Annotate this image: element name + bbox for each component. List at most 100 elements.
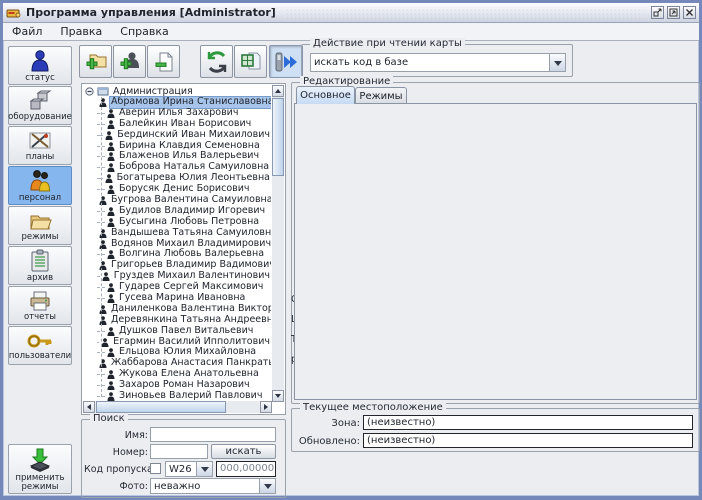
plans-icon [28, 130, 52, 152]
chevron-down-icon[interactable] [196, 462, 212, 476]
card-action-group: Действие при чтении карты искать код в б… [301, 44, 573, 77]
sidebar-item-plans[interactable]: планы [8, 126, 72, 165]
refresh-icon [204, 49, 230, 75]
personnel-icon [28, 169, 52, 193]
sidebar-item-reports[interactable]: отчеты [8, 286, 72, 325]
chevron-down-icon[interactable] [259, 479, 275, 493]
tree-person-name: Вандышева Татьяна Самуиловна [110, 228, 271, 239]
current-location-title: Текущее местоположение [300, 402, 446, 413]
search-pass-type-select[interactable]: W26 [165, 461, 213, 477]
page-minus-icon [152, 50, 176, 74]
menu-file[interactable]: Файл [3, 25, 51, 38]
search-pass-code-label: Код пропуска: [84, 464, 148, 475]
collapse-handle-icon[interactable] [85, 87, 94, 96]
tree-person-row[interactable]: Вандышева Татьяна Самуиловна [83, 228, 271, 239]
card-action-select[interactable]: искать код в базе [310, 53, 566, 72]
maximize-button[interactable] [667, 6, 680, 19]
person-icon [107, 370, 115, 379]
tree-root-label: Администрация [112, 86, 194, 97]
sidebar-item-label: отчеты [24, 313, 56, 322]
sidebar-item-archive[interactable]: архив [8, 246, 72, 285]
maximize-icon [669, 8, 678, 17]
tree-branch [97, 342, 99, 343]
scroll-right-button[interactable] [260, 401, 272, 413]
person-icon [107, 392, 115, 401]
refresh-button[interactable] [200, 45, 233, 78]
export-button[interactable] [234, 45, 267, 78]
sidebar-item-status[interactable]: статус [8, 46, 72, 85]
sidebar-item-personnel[interactable]: персонал [8, 166, 72, 205]
search-number-input[interactable] [150, 444, 208, 459]
search-photo-select[interactable]: неважно [150, 478, 276, 494]
search-name-input[interactable] [150, 427, 276, 442]
card-action-value: искать код в базе [311, 56, 549, 69]
search-number-label: Номер: [92, 447, 148, 458]
card-action-group-title: Действие при чтении карты [310, 38, 465, 49]
person-icon [107, 142, 115, 151]
search-photo-value: неважно [151, 480, 259, 493]
sidebar-item-users[interactable]: пользователи [8, 326, 72, 365]
tab-main[interactable]: Основное [296, 86, 355, 104]
modes-folder-icon [28, 210, 52, 232]
person-icon [107, 294, 115, 303]
tree-branch [97, 276, 100, 277]
menu-edit[interactable]: Правка [51, 25, 111, 38]
chevron-down-icon[interactable] [549, 54, 565, 71]
sidebar-item-label: статус [25, 74, 55, 83]
apply-modes-icon [27, 447, 53, 473]
title-bar[interactable]: Программа управления [Administrator] [3, 3, 699, 23]
scroll-up-button[interactable] [272, 85, 284, 97]
folder-plus-icon [84, 50, 108, 74]
menu-help[interactable]: Справка [111, 25, 177, 38]
person-icon [102, 272, 110, 281]
add-department-button[interactable] [79, 45, 112, 78]
scroll-down-button[interactable] [272, 390, 284, 402]
scroll-left-button[interactable] [83, 401, 95, 413]
person-icon [107, 185, 115, 194]
department-icon [97, 86, 109, 96]
tree-person-row[interactable]: Душков Павел Витальевич [83, 326, 271, 337]
sidebar-item-label: пользователи [9, 352, 71, 361]
tree-guide-line [101, 97, 102, 397]
window-frame: Программа управления [Administrator] Фай… [3, 3, 699, 496]
person-icon [107, 120, 115, 129]
person-icon [107, 109, 115, 118]
export-image-icon [239, 50, 263, 74]
app-icon [6, 7, 22, 19]
search-group-title: Поиск [90, 413, 128, 424]
equipment-icon [28, 90, 52, 112]
sidebar-item-equipment[interactable]: оборудование [8, 86, 72, 125]
sidebar-item-label: персонал [19, 194, 61, 203]
minimize-button[interactable] [651, 6, 664, 19]
search-pass-code-input[interactable]: 000,00000 [216, 461, 276, 477]
card-reader-toggle[interactable] [269, 45, 303, 78]
app-window: Программа управления [Administrator] Фай… [0, 0, 702, 500]
sidebar-item-modes[interactable]: режимы [8, 206, 72, 245]
updated-field: (неизвестно) [363, 433, 693, 448]
sidebar-item-label: планы [26, 153, 54, 162]
apply-modes-label: применить режимы [12, 474, 68, 492]
search-group: Поиск Имя: Номер: искать Код пропуска: W… [81, 419, 286, 498]
titlebar-texture [284, 7, 643, 19]
vertical-scroll-thumb[interactable] [272, 98, 284, 176]
card-reader-icon [273, 50, 299, 74]
horizontal-scroll-thumb[interactable] [96, 401, 226, 413]
remove-button[interactable] [147, 45, 180, 78]
person-icon [107, 327, 115, 336]
updated-label: Обновлено: [296, 436, 360, 447]
users-key-icon [27, 331, 53, 351]
add-person-button[interactable] [113, 45, 146, 78]
tree-person-name: Душков Павел Витальевич [118, 326, 254, 337]
apply-modes-button[interactable]: применить режимы [8, 444, 72, 494]
close-icon [685, 8, 694, 17]
personnel-tree: Администрация Абрамова Ирина Станиславов… [83, 85, 271, 402]
search-button[interactable]: искать [211, 444, 276, 459]
person-icon [101, 338, 109, 347]
tree-horizontal-scrollbar[interactable] [83, 401, 272, 413]
tree-person-row[interactable]: Бердинский Иван Михаилович [83, 130, 271, 141]
person-icon [105, 131, 113, 140]
close-button[interactable] [683, 6, 696, 19]
search-pass-code-checkbox[interactable] [150, 463, 161, 474]
tree-vertical-scrollbar[interactable] [272, 85, 284, 402]
tab-modes[interactable]: Режимы [355, 87, 407, 104]
